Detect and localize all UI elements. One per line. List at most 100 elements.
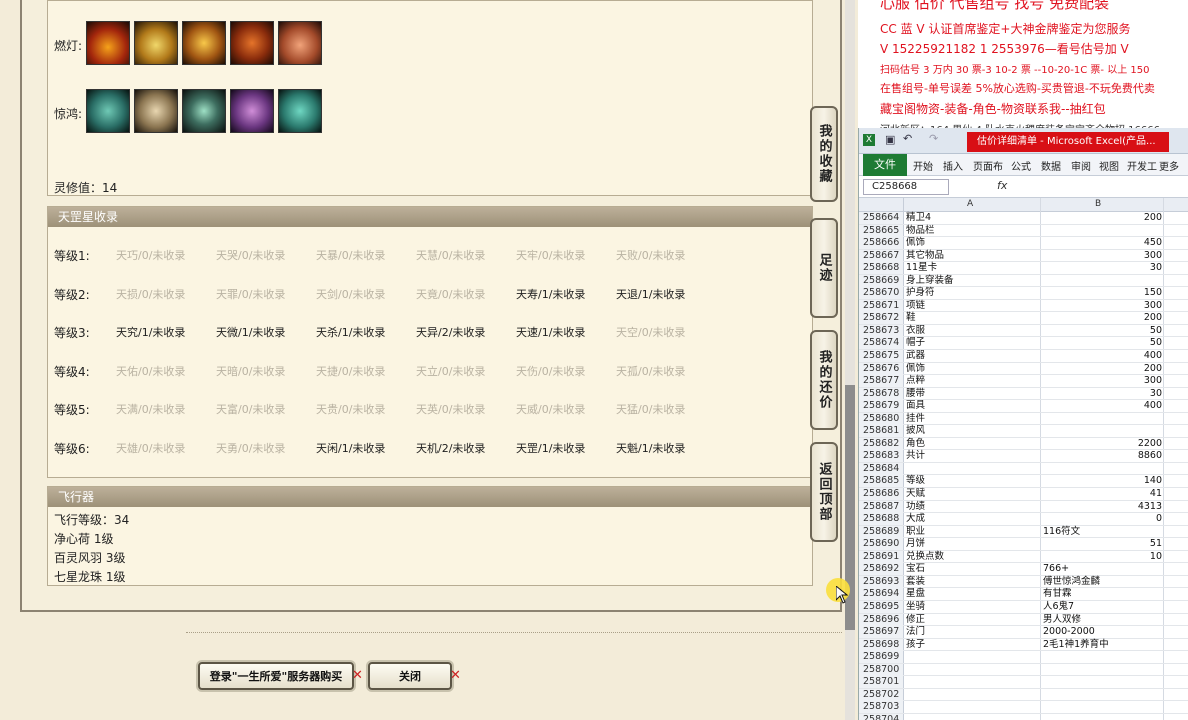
cell-a[interactable]: 其它物品 xyxy=(906,250,944,262)
table-row[interactable]: 258693 套装 傅世惊鸿金麟 xyxy=(859,575,1188,589)
cell-b[interactable]: 300 xyxy=(1043,300,1162,312)
row-number[interactable]: 258704 xyxy=(859,713,903,720)
ribbon-tab[interactable]: 数据 xyxy=(1041,158,1061,173)
cell-a[interactable]: 修正 xyxy=(906,614,925,626)
cell-b[interactable]: 300 xyxy=(1043,250,1162,262)
tab-footprints[interactable]: 足迹 xyxy=(810,218,838,318)
cell-b[interactable]: 400 xyxy=(1043,400,1162,412)
cell-b[interactable]: 8860 xyxy=(1043,450,1162,462)
row-number[interactable]: 258665 xyxy=(859,224,903,237)
table-row[interactable]: 258678 腰带 30 xyxy=(859,387,1188,401)
cell-a[interactable]: 项链 xyxy=(906,300,925,312)
cell-a[interactable]: 帽子 xyxy=(906,337,925,349)
table-row[interactable]: 258683 共计 8860 xyxy=(859,450,1188,463)
pet-figure-icon[interactable] xyxy=(86,89,130,133)
cell-a[interactable]: 佩饰 xyxy=(906,363,925,375)
cell-a[interactable]: 星盘 xyxy=(906,588,925,600)
table-row[interactable]: 258682 角色 2200 xyxy=(859,437,1188,451)
table-row[interactable]: 258692 宝石 766+ xyxy=(859,563,1188,576)
cell-a[interactable]: 护身符 xyxy=(906,287,935,299)
table-row[interactable]: 258681 披风 xyxy=(859,425,1188,438)
ribbon-tab[interactable]: 视图 xyxy=(1099,158,1119,173)
tab-my-counteroffers[interactable]: 我的还价 xyxy=(810,330,838,430)
table-row[interactable]: 258695 坐骑 人6鬼7 xyxy=(859,600,1188,614)
row-number[interactable]: 258673 xyxy=(859,324,903,337)
row-number[interactable]: 258669 xyxy=(859,274,903,287)
row-number[interactable]: 258699 xyxy=(859,651,903,664)
ribbon-tab[interactable]: 开始 xyxy=(913,158,933,173)
skull-mask-icon[interactable] xyxy=(134,89,178,133)
cell-a[interactable]: 腰带 xyxy=(906,388,925,400)
cell-b[interactable]: 4313 xyxy=(1043,501,1162,513)
name-box[interactable]: C258668 xyxy=(863,179,949,195)
row-number[interactable]: 258684 xyxy=(859,462,903,475)
table-row[interactable]: 258664 精卫4 200 xyxy=(859,212,1188,225)
table-row[interactable]: 258667 其它物品 300 xyxy=(859,249,1188,263)
row-number[interactable]: 258670 xyxy=(859,287,903,300)
row-number[interactable]: 258703 xyxy=(859,701,903,714)
cell-a[interactable]: 面具 xyxy=(906,400,925,412)
cell-b[interactable]: 2200 xyxy=(1043,438,1162,450)
ribbon-tab[interactable]: 审阅 xyxy=(1071,158,1091,173)
jellyfish-item-icon[interactable] xyxy=(230,89,274,133)
row-number[interactable]: 258687 xyxy=(859,500,903,513)
table-row[interactable]: 258674 帽子 50 xyxy=(859,337,1188,351)
row-number[interactable]: 258679 xyxy=(859,400,903,413)
cell-a[interactable]: 披风 xyxy=(906,425,925,437)
cell-b[interactable]: 有甘霖 xyxy=(1043,588,1163,600)
table-row[interactable]: 258666 佩饰 450 xyxy=(859,237,1188,250)
row-number[interactable]: 258700 xyxy=(859,663,903,676)
redo-icon[interactable]: ↷ xyxy=(929,132,938,145)
cell-b[interactable]: 0 xyxy=(1043,513,1162,525)
row-number[interactable]: 258682 xyxy=(859,437,903,450)
cell-a[interactable]: 共计 xyxy=(906,450,925,462)
row-number[interactable]: 258692 xyxy=(859,563,903,576)
row-number[interactable]: 258666 xyxy=(859,237,903,250)
cell-b[interactable]: 41 xyxy=(1043,488,1162,500)
table-row[interactable]: 258703 xyxy=(859,701,1188,714)
cell-b[interactable]: 2毛1神1养育中 xyxy=(1043,639,1163,651)
cell-a[interactable]: 武器 xyxy=(906,350,925,362)
ribbon-tab[interactable]: 插入 xyxy=(943,158,963,173)
undo-icon[interactable]: ↶ xyxy=(903,132,912,145)
row-number[interactable]: 258702 xyxy=(859,688,903,701)
cell-b[interactable]: 200 xyxy=(1043,212,1162,224)
row-number[interactable]: 258694 xyxy=(859,588,903,601)
table-row[interactable]: 258665 物品栏 xyxy=(859,224,1188,238)
cell-a[interactable]: 衣服 xyxy=(906,325,925,337)
table-row[interactable]: 258670 护身符 150 xyxy=(859,287,1188,300)
row-number[interactable]: 258671 xyxy=(859,299,903,312)
leaf-mask-icon[interactable] xyxy=(278,89,322,133)
table-row[interactable]: 258689 职业 116符文 xyxy=(859,525,1188,539)
table-row[interactable]: 258677 点粹 300 xyxy=(859,375,1188,388)
cell-a[interactable]: 功绩 xyxy=(906,501,925,513)
table-row[interactable]: 258699 xyxy=(859,651,1188,664)
ribbon-tab[interactable]: 公式 xyxy=(1011,158,1031,173)
cell-a[interactable]: 鞋 xyxy=(906,312,916,324)
table-row[interactable]: 258694 星盘 有甘霖 xyxy=(859,588,1188,601)
row-number[interactable]: 258695 xyxy=(859,600,903,613)
cell-a[interactable]: 精卫4 xyxy=(906,212,931,224)
cell-b[interactable]: 300 xyxy=(1043,375,1162,387)
row-number[interactable]: 258674 xyxy=(859,337,903,350)
ring-item-icon[interactable] xyxy=(182,89,226,133)
crown-item-icon[interactable] xyxy=(182,21,226,65)
row-number[interactable]: 258676 xyxy=(859,362,903,375)
cell-a[interactable]: 孩子 xyxy=(906,639,925,651)
cell-a[interactable]: 物品栏 xyxy=(906,225,935,237)
fx-icon[interactable]: fx xyxy=(997,179,1007,192)
tab-my-favorites[interactable]: 我的收藏 xyxy=(810,106,838,202)
cell-a[interactable]: 佩饰 xyxy=(906,237,925,249)
table-row[interactable]: 258672 鞋 200 xyxy=(859,312,1188,325)
table-row[interactable]: 258669 身上穿装备 xyxy=(859,274,1188,288)
cell-a[interactable]: 月饼 xyxy=(906,538,925,550)
cell-a[interactable]: 身上穿装备 xyxy=(906,275,954,287)
cell-b[interactable]: 150 xyxy=(1043,287,1162,299)
row-number[interactable]: 258693 xyxy=(859,575,903,588)
row-number[interactable]: 258697 xyxy=(859,626,903,639)
table-row[interactable]: 258668 11星卡 30 xyxy=(859,262,1188,275)
table-row[interactable]: 258702 xyxy=(859,688,1188,702)
table-row[interactable]: 258697 法门 2000-2000 xyxy=(859,626,1188,639)
cell-b[interactable]: 男人双修 xyxy=(1043,614,1163,626)
cell-a[interactable]: 套装 xyxy=(906,576,925,588)
